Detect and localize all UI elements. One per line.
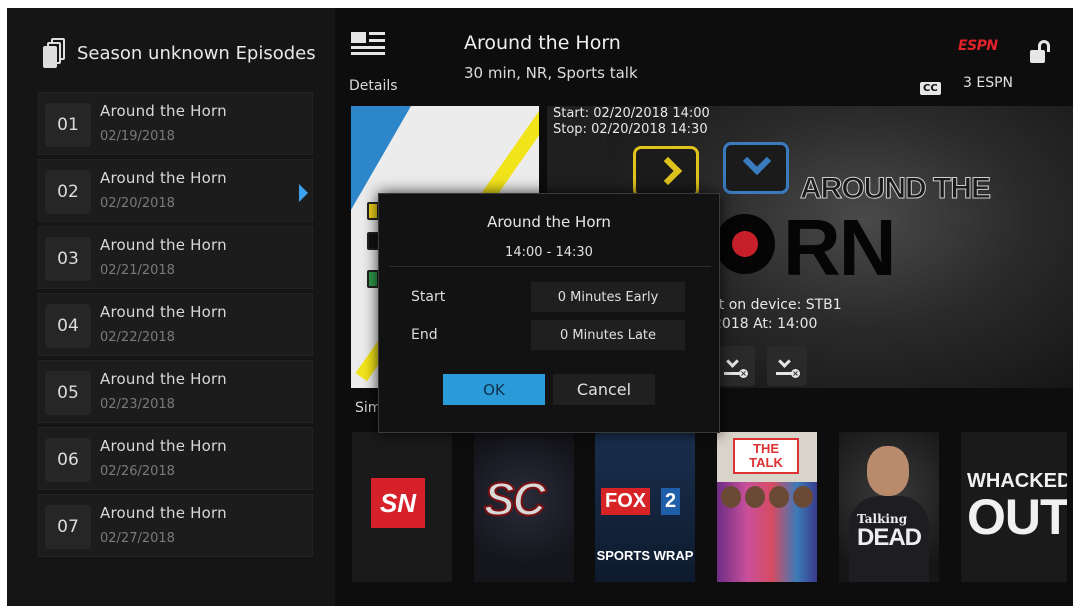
arrow-down-box	[723, 142, 789, 194]
episode-number: 04	[45, 304, 91, 348]
thumbnail-the-talk[interactable]: THE TALK	[717, 432, 817, 582]
thumbnail-fox2-sports-wrap[interactable]: FOX 2 SPORTS WRAP	[595, 432, 695, 582]
schedule-info: Start: 02/20/2018 14:00 Stop: 02/20/2018…	[553, 106, 710, 138]
episode-number: 06	[45, 438, 91, 482]
recording-device-info: rt on device: STB1 2018 At: 14:00	[713, 296, 842, 334]
episode-title: Around the Horn	[100, 370, 227, 388]
sc-logo: SC	[483, 472, 547, 526]
episode-item-selected[interactable]: 02 Around the Horn 02/20/2018	[38, 159, 313, 222]
recording-options-dialog: Around the Horn 14:00 - 14:30 Start 0 Mi…	[378, 193, 720, 433]
dialog-time-range: 14:00 - 14:30	[505, 245, 593, 260]
espn-logo: ESPN	[958, 38, 998, 54]
talking-dead-line2: DEAD	[857, 524, 922, 551]
details-button[interactable]: Details	[349, 32, 409, 94]
episode-number: 02	[45, 170, 91, 214]
episode-date: 02/22/2018	[100, 330, 175, 345]
episode-title: Around the Horn	[100, 102, 227, 120]
device-time-line: 2018 At: 14:00	[713, 316, 818, 332]
episode-item[interactable]: 05 Around the Horn 02/23/2018	[38, 360, 313, 423]
episode-title: Around the Horn	[100, 504, 227, 522]
fox-logo: FOX	[601, 488, 651, 515]
host-face	[867, 446, 909, 496]
details-icon	[351, 32, 385, 56]
thumbnail-sportscenter[interactable]: SC	[474, 432, 574, 582]
episode-item[interactable]: 01 Around the Horn 02/19/2018	[38, 92, 313, 155]
episode-date: 02/27/2018	[100, 531, 175, 546]
episode-number: 07	[45, 505, 91, 549]
sidebar-header: Season unknown Episodes	[43, 38, 316, 68]
closed-caption-badge: CC	[920, 82, 941, 95]
ok-button[interactable]: OK	[443, 374, 545, 405]
thumbnail-sn[interactable]: SN	[352, 432, 452, 582]
episode-item[interactable]: 03 Around the Horn 02/21/2018	[38, 226, 313, 289]
episode-number: 05	[45, 371, 91, 415]
end-offset-select[interactable]: 0 Minutes Late	[531, 320, 685, 350]
cancel-button[interactable]: Cancel	[553, 374, 655, 405]
dialog-divider	[389, 266, 711, 267]
details-label: Details	[349, 78, 398, 94]
episode-sidebar: Season unknown Episodes 01 Around the Ho…	[7, 8, 335, 606]
show-logo-line1: AROUND THE	[800, 172, 992, 206]
show-logo-line2: RN	[783, 203, 897, 292]
unlocked-padlock-icon[interactable]	[1030, 40, 1052, 64]
episode-date: 02/26/2018	[100, 464, 175, 479]
thumbnail-talking-dead[interactable]: Talking DEAD	[839, 432, 939, 582]
start-offset-select[interactable]: 0 Minutes Early	[531, 282, 685, 312]
episode-item[interactable]: 04 Around the Horn 02/22/2018	[38, 293, 313, 356]
episodes-stack-icon	[43, 38, 67, 68]
stop-time: Stop: 02/20/2018 14:30	[553, 122, 708, 137]
episode-date: 02/20/2018	[100, 196, 175, 211]
episode-number: 01	[45, 103, 91, 147]
cancel-series-recording-button[interactable]: ×	[767, 346, 807, 386]
episode-title: Around the Horn	[100, 303, 227, 321]
episode-title: Around the Horn	[100, 169, 227, 187]
episode-title: Around the Horn	[100, 236, 227, 254]
episode-number: 03	[45, 237, 91, 281]
program-title: Around the Horn	[464, 32, 621, 54]
device-line: rt on device: STB1	[713, 297, 842, 313]
cancel-recording-button[interactable]: ×	[715, 346, 755, 386]
sn-logo: SN	[371, 478, 425, 528]
start-time: Start: 02/20/2018 14:00	[553, 106, 710, 121]
channel-label: 3 ESPN	[963, 75, 1014, 91]
end-label: End	[411, 327, 438, 343]
start-label: Start	[411, 289, 446, 305]
episode-title: Around the Horn	[100, 437, 227, 455]
cancel-mark-icon: ×	[791, 369, 800, 378]
show-logo-o	[715, 214, 775, 274]
dialog-title: Around the Horn	[487, 213, 611, 231]
whacked-out-line2: OUT	[967, 489, 1067, 545]
the-talk-logo: THE TALK	[733, 438, 799, 474]
episode-date: 02/23/2018	[100, 397, 175, 412]
arrow-right-box	[633, 146, 699, 198]
program-meta: 30 min, NR, Sports talk	[464, 64, 638, 82]
episode-date: 02/21/2018	[100, 263, 175, 278]
episode-item[interactable]: 07 Around the Horn 02/27/2018	[38, 494, 313, 557]
fox-subtitle: SPORTS WRAP	[596, 548, 694, 563]
episode-item[interactable]: 06 Around the Horn 02/26/2018	[38, 427, 313, 490]
sidebar-title: Season unknown Episodes	[77, 42, 316, 64]
selected-arrow-icon	[299, 184, 308, 202]
thumbnail-whacked-out[interactable]: WHACKED OUT	[961, 432, 1067, 582]
cancel-mark-icon: ×	[739, 369, 748, 378]
episode-date: 02/19/2018	[100, 129, 175, 144]
fox-channel-badge: 2	[661, 488, 681, 515]
